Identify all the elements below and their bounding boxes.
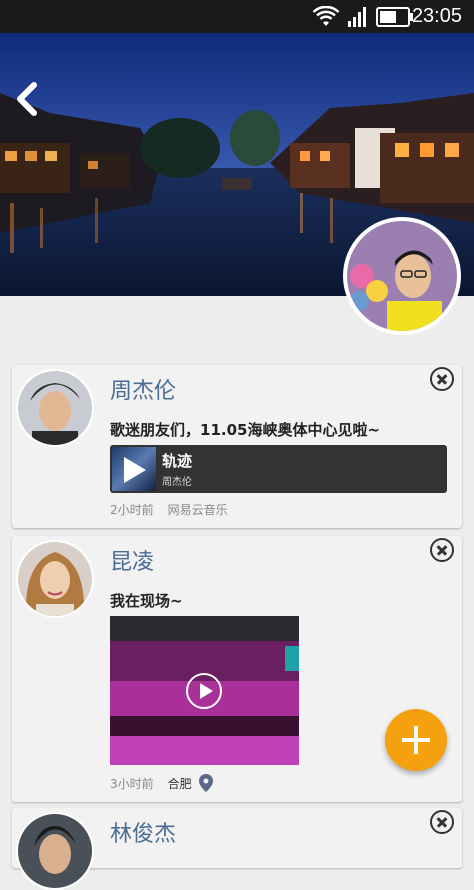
post-text: 我在现场~ [110, 592, 183, 610]
signal-icon [348, 7, 366, 27]
user-avatar[interactable] [16, 812, 94, 890]
user-name[interactable]: 周杰伦 [110, 373, 176, 405]
post-card: 周杰伦 歌迷朋友们，11.05海峡奥体中心见啦~ 轨迹 周杰伦 2小时前 网易云音… [12, 365, 462, 528]
post-source: 网易云音乐 [167, 503, 228, 517]
post-meta: 2小时前 网易云音乐 [110, 501, 228, 518]
status-time: 23:05 [411, 5, 462, 27]
video-attachment[interactable] [110, 616, 299, 765]
post-card: 林俊杰 [12, 808, 462, 890]
post-location[interactable]: 合肥 [168, 777, 192, 791]
close-icon[interactable] [430, 810, 454, 834]
close-icon[interactable] [430, 538, 454, 562]
post-meta: 3小时前 合肥 [110, 774, 214, 792]
add-icon[interactable] [385, 709, 447, 771]
post-time: 3小时前 [110, 777, 154, 791]
wifi-icon [312, 6, 340, 26]
user-name[interactable]: 林俊杰 [110, 816, 176, 848]
battery-icon [376, 7, 413, 27]
close-icon[interactable] [430, 367, 454, 391]
back-button[interactable] [8, 79, 44, 119]
user-name[interactable]: 昆凌 [110, 544, 154, 576]
user-avatar[interactable] [16, 540, 94, 618]
profile-avatar[interactable] [343, 217, 461, 335]
play-icon[interactable] [186, 673, 222, 709]
user-avatar[interactable] [16, 369, 94, 447]
post-time: 2小时前 [110, 503, 154, 517]
location-icon[interactable] [199, 774, 214, 792]
status-bar: 23:05 [0, 0, 474, 33]
album-thumbnail [112, 447, 156, 491]
music-attachment[interactable]: 轨迹 周杰伦 [110, 445, 447, 493]
play-icon [124, 457, 146, 483]
post-text: 歌迷朋友们，11.05海峡奥体中心见啦~ [110, 421, 381, 439]
song-artist: 周杰伦 [162, 477, 192, 488]
song-title: 轨迹 [162, 452, 193, 470]
